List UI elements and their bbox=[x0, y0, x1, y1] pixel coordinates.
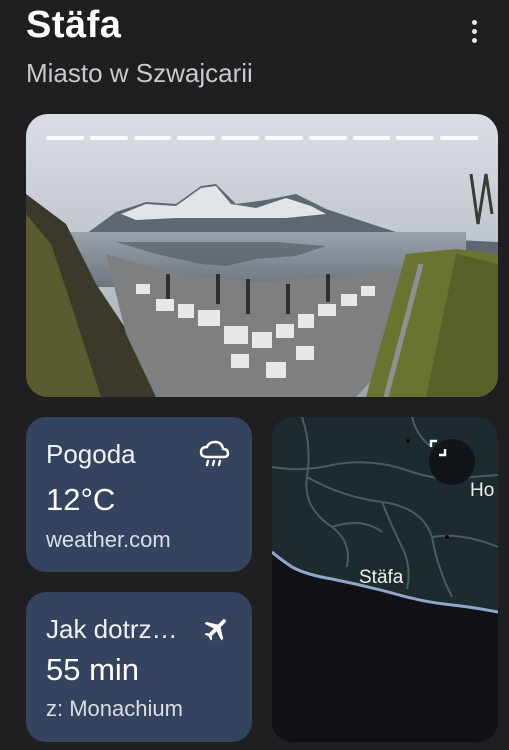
travel-card[interactable]: Jak dotrz… 55 min z: Monachium bbox=[26, 592, 252, 742]
travel-origin: z: Monachium bbox=[46, 696, 183, 721]
panorama-photo[interactable] bbox=[26, 114, 498, 397]
menu-dot bbox=[471, 28, 477, 34]
page-title: Stäfa bbox=[26, 4, 122, 46]
more-options-icon[interactable] bbox=[462, 16, 486, 46]
story-progress-bar bbox=[46, 136, 478, 140]
cloud-rain-icon bbox=[199, 440, 230, 467]
weather-source: weather.com bbox=[46, 527, 171, 552]
expand-icon bbox=[429, 439, 447, 457]
weather-label: Pogoda bbox=[46, 439, 136, 469]
temperature-value: 12°C bbox=[46, 482, 116, 517]
map-card[interactable]: Ho Stäfa bbox=[272, 417, 498, 742]
page-subtitle: Miasto w Szwajcarii bbox=[26, 58, 253, 88]
travel-duration: 55 min bbox=[46, 652, 140, 687]
weather-card[interactable]: Pogoda 12°C weather.com bbox=[26, 417, 252, 572]
expand-map-button[interactable] bbox=[429, 439, 475, 485]
menu-dot bbox=[471, 37, 477, 43]
map-place-label: Stäfa bbox=[359, 567, 404, 588]
map-edge-label: Ho bbox=[470, 480, 495, 501]
menu-dot bbox=[471, 19, 477, 25]
travel-label: Jak dotrz… bbox=[46, 614, 178, 644]
lake-panorama-image bbox=[26, 114, 498, 397]
airplane-icon bbox=[204, 619, 226, 641]
